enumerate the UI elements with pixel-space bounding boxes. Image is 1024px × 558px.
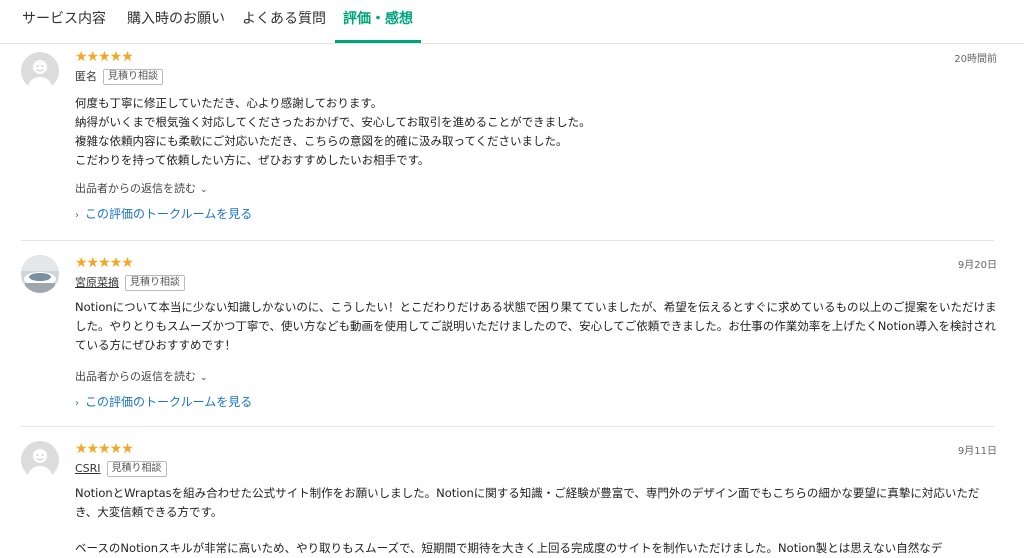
tab-bar: サービス内容 購入時のお願い よくある質問 評価・感想 bbox=[0, 0, 1024, 44]
estimate-badge: 見積り相談 bbox=[125, 275, 185, 291]
star-rating: ★★★★★ bbox=[75, 441, 134, 457]
talkroom-label: この評価のトークルームを見る bbox=[85, 207, 253, 221]
photo-avatar bbox=[21, 255, 59, 293]
read-reply-label: 出品者からの返信を読む bbox=[75, 182, 196, 195]
tab-reviews[interactable]: 評価・感想 bbox=[335, 0, 421, 43]
review-text: 何度も丁寧に修正していただき、心より感謝しております。 bbox=[75, 96, 383, 110]
star-rating: ★★★★★ bbox=[75, 49, 134, 65]
avatar bbox=[21, 52, 59, 90]
chevron-right-icon: › bbox=[75, 210, 79, 221]
review-body: 何度も丁寧に修正していただき、心より感謝しております。 納得がいくまで根気強く対… bbox=[75, 94, 1000, 170]
talkroom-link[interactable]: › この評価のトークルームを見る bbox=[75, 393, 252, 410]
review-date: 20時間前 bbox=[954, 54, 997, 65]
divider bbox=[21, 426, 994, 427]
reviewer-row: 宮原菜摘 見積り相談 bbox=[75, 275, 185, 291]
review-text: ベースのNotionスキルが非常に高いため、やり取りもスムーズで、短期間で期待を… bbox=[75, 541, 943, 555]
reviewer-name[interactable]: 宮原菜摘 bbox=[75, 276, 119, 289]
review-text: 複雑な依頼内容にも柔軟にご対応いただき、こちらの意図を的確に汲み取ってくださいま… bbox=[75, 134, 568, 148]
estimate-badge: 見積り相談 bbox=[106, 461, 167, 477]
tab-purchase-requests[interactable]: 購入時のお願い bbox=[127, 0, 225, 43]
review-item: ★★★★★ 9月11日 CSRI 見積り相談 NotionとWraptasを組み合… bbox=[0, 436, 1024, 557]
chevron-down-icon: ⌄ bbox=[200, 185, 208, 195]
estimate-badge: 見積り相談 bbox=[103, 69, 163, 85]
chevron-right-icon: › bbox=[75, 398, 79, 409]
review-text: 納得がいくまで根気強く対応してくださったおかげで、安心してお取引を進めることがで… bbox=[75, 115, 591, 129]
tab-faq[interactable]: よくある質問 bbox=[242, 0, 326, 43]
review-date: 9月11日 bbox=[957, 446, 997, 457]
avatar bbox=[21, 255, 59, 293]
star-rating: ★★★★★ bbox=[75, 255, 134, 271]
review-item: ★★★★★ 20時間前 匿名 見積り相談 何度も丁寧に修正していただき、心より感謝… bbox=[0, 44, 1024, 240]
review-body: Notionについて本当に少ない知識しかないのに、こうしたい！とこだわりだけある… bbox=[75, 298, 1000, 355]
talkroom-link[interactable]: › この評価のトークルームを見る bbox=[75, 205, 252, 222]
reviewer-row: 匿名 見積り相談 bbox=[75, 69, 163, 85]
read-reply-toggle[interactable]: 出品者からの返信を読む ⌄ bbox=[75, 180, 208, 196]
review-text: Notionについて本当に少ない知識しかないのに、こうしたい！とこだわりだけある… bbox=[75, 300, 997, 352]
review-date: 9月20日 bbox=[957, 260, 997, 271]
chevron-down-icon: ⌄ bbox=[200, 373, 208, 383]
person-icon bbox=[27, 60, 53, 90]
review-item: ★★★★★ 9月20日 宮原菜摘 見積り相談 Notionについて本当に少ない知識… bbox=[0, 250, 1024, 426]
tab-service-details[interactable]: サービス内容 bbox=[22, 0, 106, 43]
avatar bbox=[21, 441, 59, 479]
reviewer-name[interactable]: CSRI bbox=[75, 462, 101, 475]
person-icon bbox=[27, 449, 53, 479]
review-text: NotionとWraptasを組み合わせた公式サイト制作をお願いしました。Not… bbox=[75, 486, 980, 519]
review-text: こだわりを持って依頼したい方に、ぜひおすすめしたいお相手です。 bbox=[75, 153, 430, 167]
review-body: NotionとWraptasを組み合わせた公式サイト制作をお願いしました。Not… bbox=[75, 484, 1000, 558]
reviewer-row: CSRI 見積り相談 bbox=[75, 461, 167, 477]
read-reply-label: 出品者からの返信を読む bbox=[75, 370, 196, 383]
talkroom-label: この評価のトークルームを見る bbox=[85, 395, 253, 409]
divider bbox=[21, 240, 994, 241]
read-reply-toggle[interactable]: 出品者からの返信を読む ⌄ bbox=[75, 368, 208, 384]
reviewer-name: 匿名 bbox=[75, 70, 97, 83]
